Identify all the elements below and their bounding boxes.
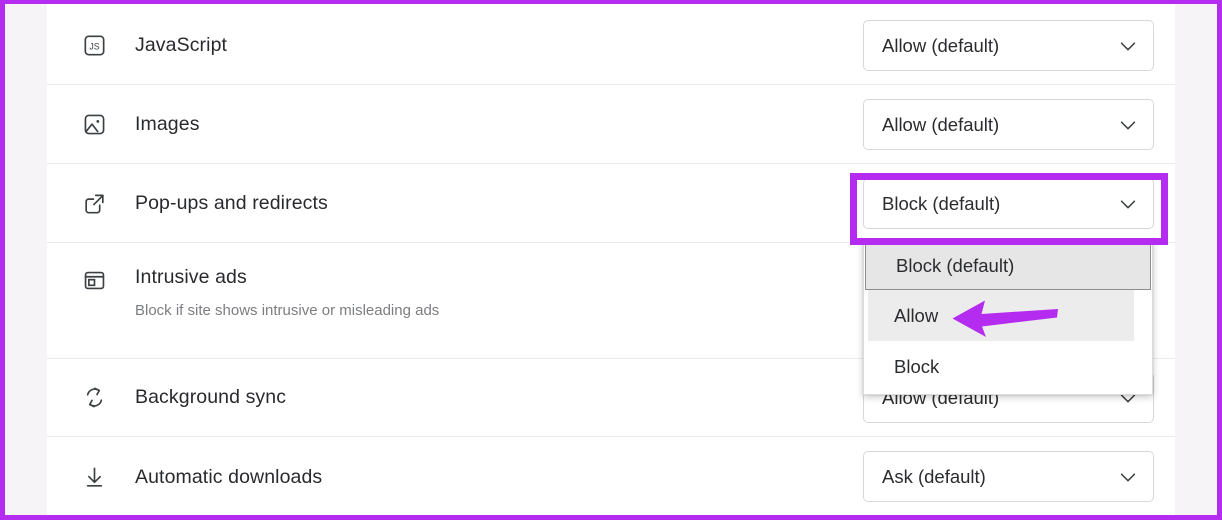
row-title: Images [135, 112, 200, 135]
svg-text:JS: JS [89, 41, 99, 51]
settings-row-automatic-downloads[interactable]: Automatic downloads Ask (default) [47, 437, 1175, 515]
select-value: Block (default) [882, 192, 1001, 214]
row-text-automatic-downloads: Automatic downloads [135, 465, 855, 489]
select-value: Ask (default) [882, 465, 986, 487]
chevron-down-icon [1117, 193, 1139, 215]
right-page-gutter [1175, 4, 1217, 515]
row-subtitle: Block if site shows intrusive or mislead… [135, 302, 440, 320]
popups-permission-select[interactable]: Block (default) [863, 178, 1154, 229]
dropdown-option-block-default[interactable]: Block (default) [865, 241, 1151, 290]
row-text-intrusive-ads: Intrusive ads Block if site shows intrus… [135, 265, 855, 321]
select-value: Allow (default) [882, 113, 1000, 135]
settings-row-javascript[interactable]: JS JavaScript Allow (default) [47, 6, 1175, 85]
image-icon [81, 111, 107, 137]
download-icon [81, 464, 107, 490]
chevron-down-icon [1117, 114, 1139, 136]
select-value: Allow (default) [882, 34, 1000, 56]
sync-icon [81, 385, 107, 411]
settings-row-images[interactable]: Images Allow (default) [47, 85, 1175, 164]
javascript-permission-select[interactable]: Allow (default) [863, 20, 1154, 71]
row-title: Pop-ups and redirects [135, 191, 328, 214]
row-title: Background sync [135, 386, 287, 409]
external-link-icon [81, 190, 107, 216]
row-title: JavaScript [135, 33, 228, 56]
row-title: Automatic downloads [135, 465, 323, 488]
row-text-javascript: JavaScript [135, 33, 855, 57]
javascript-icon: JS [81, 32, 107, 58]
row-text-images: Images [135, 112, 855, 136]
chevron-down-icon [1117, 35, 1139, 57]
settings-row-popups[interactable]: Pop-ups and redirects Block (default) [47, 164, 1175, 243]
left-pointing-arrow-icon [952, 300, 1058, 337]
row-text-popups: Pop-ups and redirects [135, 191, 855, 215]
images-permission-select[interactable]: Allow (default) [863, 99, 1154, 150]
left-page-gutter [5, 4, 47, 515]
ad-window-icon [81, 267, 107, 293]
row-title: Intrusive ads [135, 266, 247, 288]
screenshot-frame: JS JavaScript Allow (default) Images All… [0, 0, 1222, 520]
chevron-down-icon [1117, 466, 1139, 488]
automatic-downloads-permission-select[interactable]: Ask (default) [863, 451, 1154, 502]
row-text-background-sync: Background sync [135, 385, 855, 409]
dropdown-option-block[interactable]: Block [864, 341, 1152, 392]
